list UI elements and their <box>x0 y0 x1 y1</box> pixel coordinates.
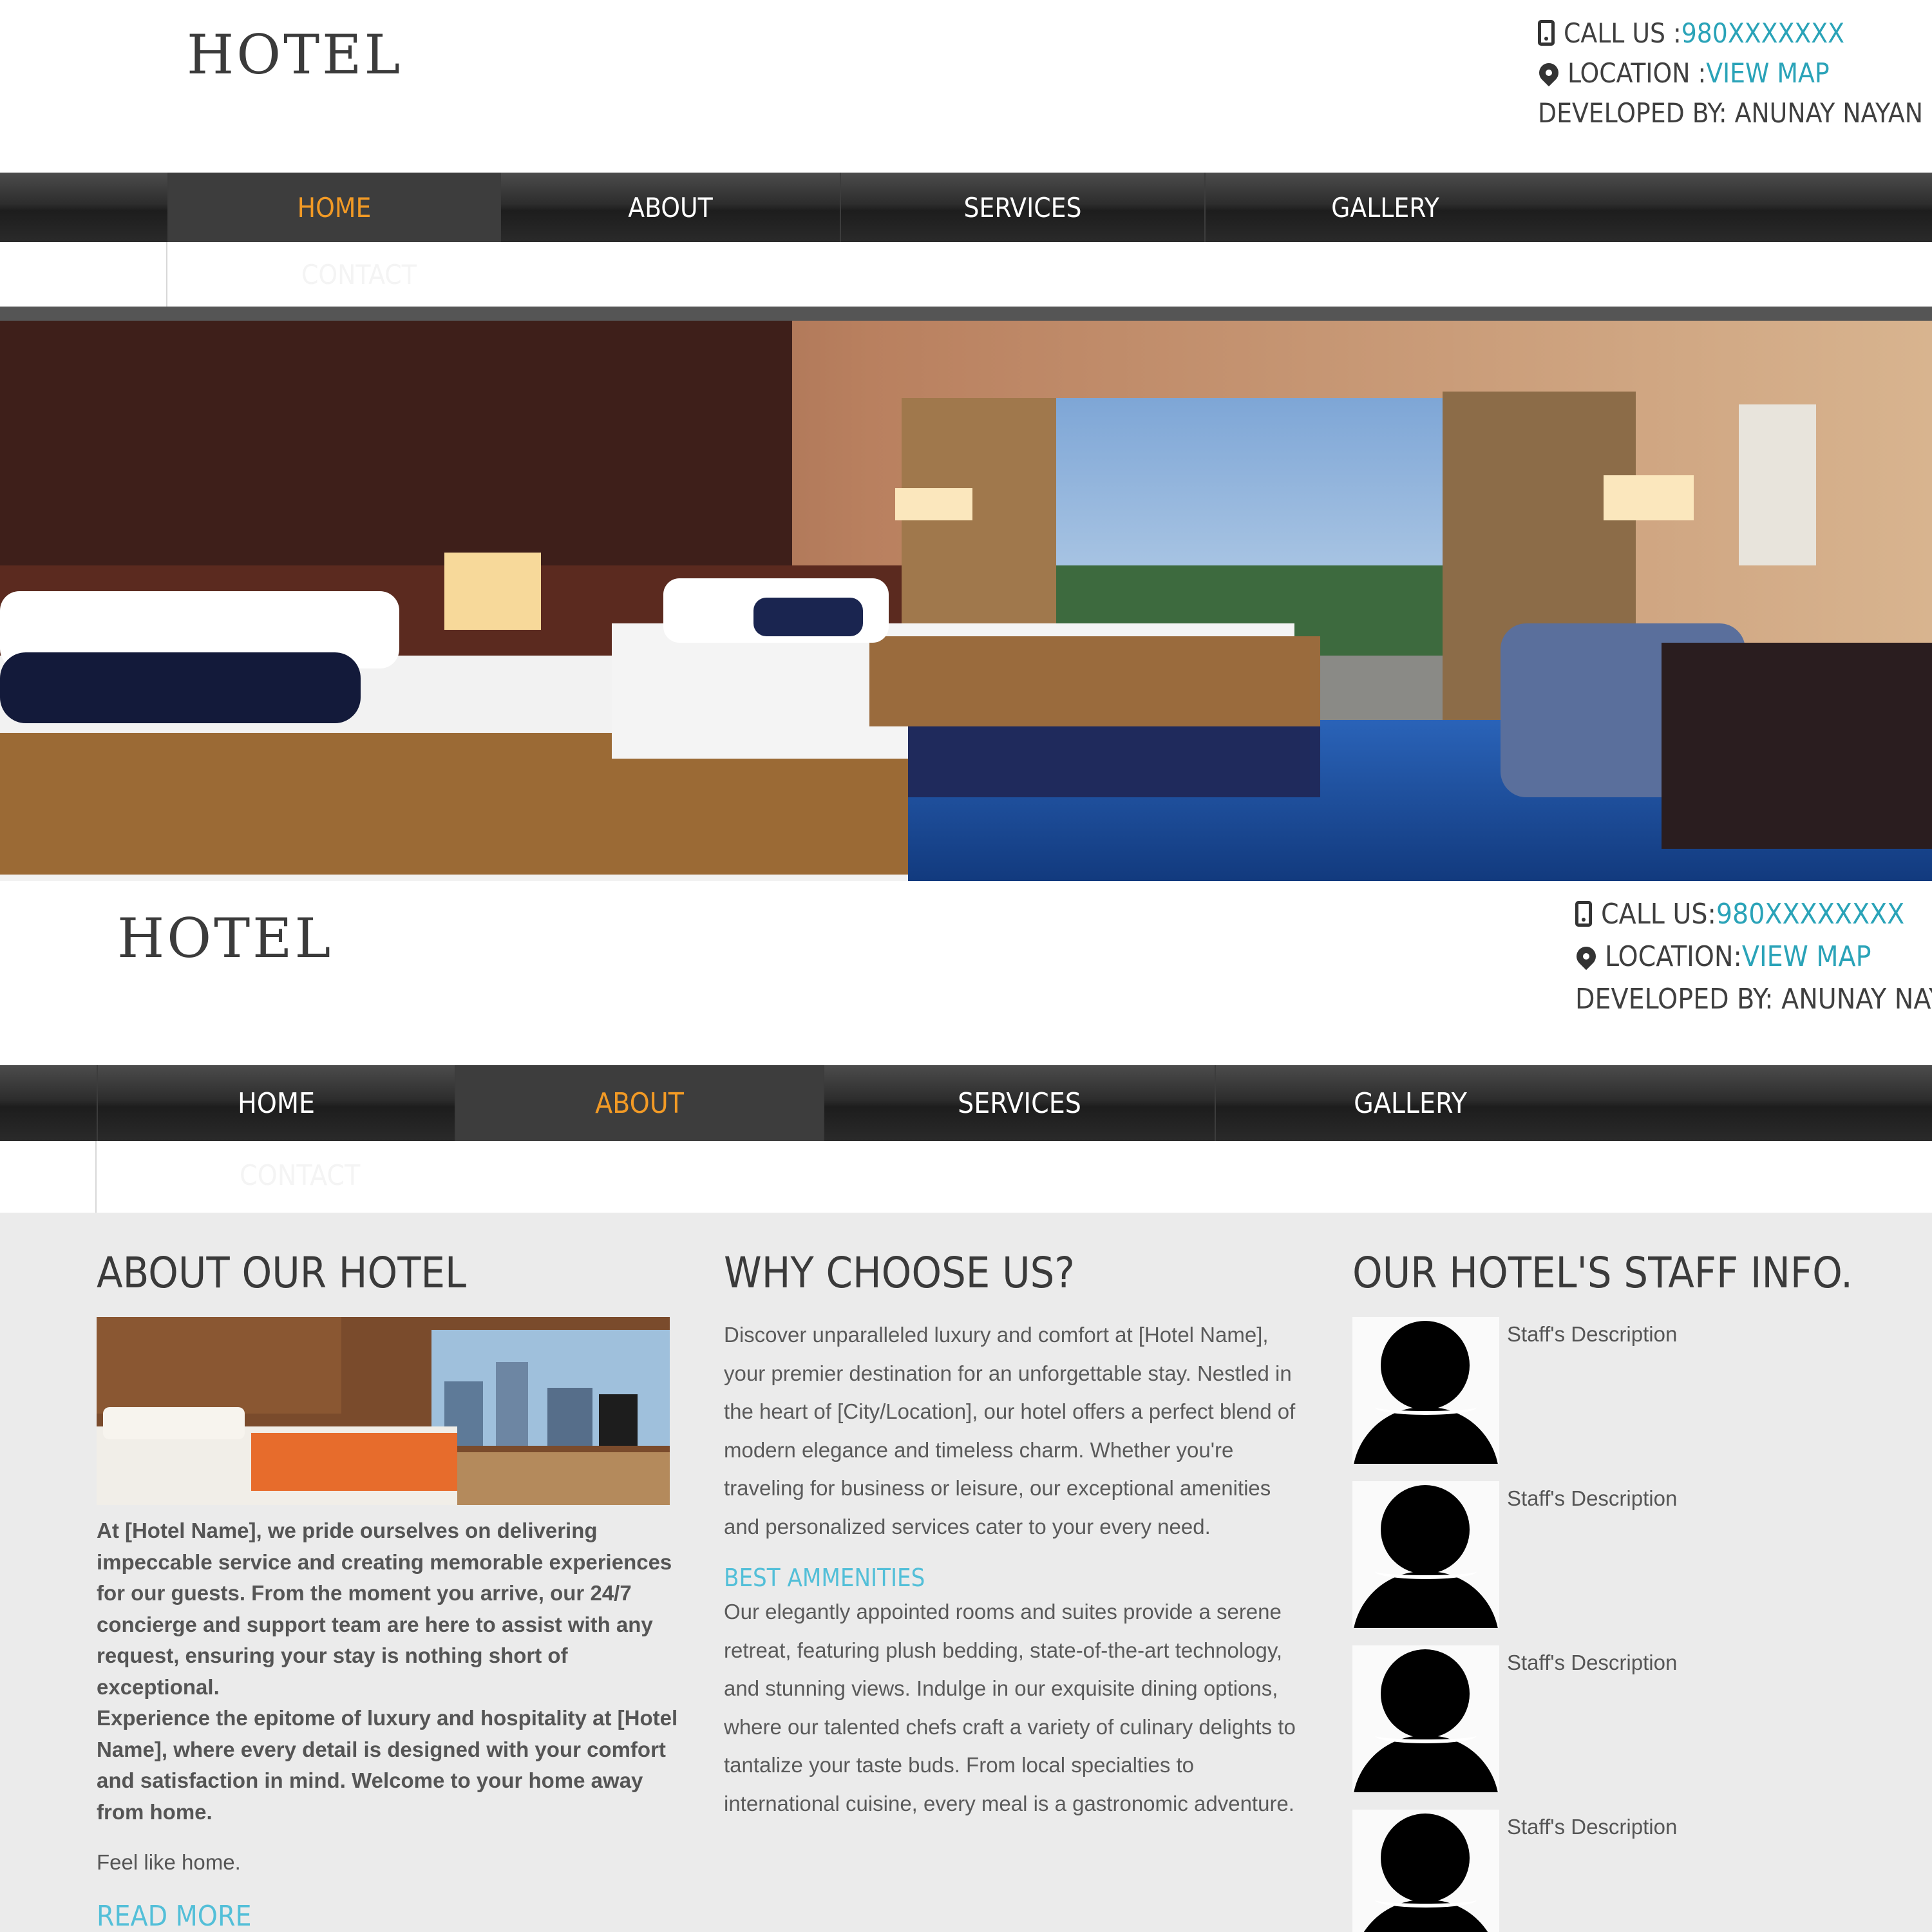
phone-icon <box>1538 20 1555 46</box>
staff-avatar <box>1352 1481 1499 1628</box>
nav-item-home[interactable]: HOME <box>167 173 500 242</box>
call-number-link[interactable]: 980XXXXXXX <box>1681 17 1844 49</box>
staff-description: Staff's Description <box>1507 1486 1678 1510</box>
about-tagline: Feel like home. <box>97 1850 241 1874</box>
developer-credit: DEVELOPED BY: ANUNAY NAYAN <box>1538 97 1923 129</box>
nav-divider <box>95 1141 97 1213</box>
nav-item-about[interactable]: ABOUT <box>455 1065 823 1141</box>
location-pin-icon <box>1535 59 1563 87</box>
nav-item-gallery[interactable]: GALLERY <box>1215 1065 1605 1141</box>
staff-heading: OUR HOTEL'S STAFF INFO. <box>1352 1248 1853 1298</box>
contact-info-2: CALL US: 980XXXXXXXX LOCATION: VIEW MAP … <box>1572 893 1932 1020</box>
nav-item-services[interactable]: SERVICES <box>840 173 1204 242</box>
read-more-link[interactable]: READ MORE <box>97 1900 251 1932</box>
amenities-heading: BEST AMMENITIES <box>724 1564 925 1592</box>
about-paragraph: At [Hotel Name], we pride ourselves on d… <box>97 1515 683 1828</box>
about-paragraph-2: Experience the epitome of luxury and hos… <box>97 1706 678 1824</box>
call-label: CALL US: <box>1601 897 1716 931</box>
hotel-room-illustration <box>0 321 1932 881</box>
main-nav-top: HOME ABOUT SERVICES GALLERY <box>0 173 1932 242</box>
hero-room-image <box>0 321 1932 881</box>
nav-item-home[interactable]: HOME <box>97 1065 455 1141</box>
nav-item-services[interactable]: SERVICES <box>823 1065 1215 1141</box>
staff-avatar <box>1352 1810 1499 1932</box>
staff-avatar <box>1352 1645 1499 1792</box>
why-heading: WHY CHOOSE US? <box>724 1248 1075 1298</box>
site-header-top: HOTEL CALL US : 980XXXXXXX LOCATION : VI… <box>0 0 1932 173</box>
nav-item-contact[interactable]: CONTACT <box>301 259 417 290</box>
hero-top-bar <box>0 307 1932 321</box>
nav-item-gallery[interactable]: GALLERY <box>1204 173 1565 242</box>
contact-info: CALL US : 980XXXXXXX LOCATION : VIEW MAP… <box>1535 13 1923 133</box>
nav-overflow-row-bottom: CONTACT <box>0 1141 1932 1213</box>
location-pin-icon <box>1572 942 1600 971</box>
phone-icon <box>1575 901 1592 927</box>
site-logo[interactable]: HOTEL <box>187 23 402 86</box>
nav-divider <box>166 242 167 307</box>
about-paragraph-1: At [Hotel Name], we pride ourselves on d… <box>97 1519 672 1699</box>
about-room-image <box>97 1317 670 1505</box>
site-header-bottom: HOTEL CALL US: 980XXXXXXXX LOCATION: VIE… <box>0 881 1932 1065</box>
location-label: LOCATION: <box>1605 940 1742 973</box>
nav-item-contact[interactable]: CONTACT <box>240 1159 360 1192</box>
call-number-link[interactable]: 980XXXXXXXX <box>1716 898 1904 931</box>
view-map-link[interactable]: VIEW MAP <box>1742 940 1871 973</box>
why-paragraph: Discover unparalleled luxury and comfort… <box>724 1323 1296 1539</box>
amenities-paragraph: Our elegantly appointed rooms and suites… <box>724 1600 1296 1815</box>
about-heading: ABOUT OUR HOTEL <box>97 1248 467 1298</box>
main-nav-bottom: HOME ABOUT SERVICES GALLERY <box>0 1065 1932 1141</box>
staff-description: Staff's Description <box>1507 1651 1678 1674</box>
nav-overflow-row-top: CONTACT <box>0 242 1932 307</box>
developer-credit: DEVELOPED BY: ANUNAY NAYAN <box>1575 982 1932 1016</box>
location-label: LOCATION : <box>1567 57 1707 89</box>
site-logo-2[interactable]: HOTEL <box>117 907 333 970</box>
nav-item-about[interactable]: ABOUT <box>500 173 840 242</box>
staff-description: Staff's Description <box>1507 1815 1678 1839</box>
staff-avatar <box>1352 1317 1499 1464</box>
staff-description: Staff's Description <box>1507 1322 1678 1346</box>
content-section: ABOUT OUR HOTEL At [Hotel Name], we prid… <box>0 1213 1932 1932</box>
view-map-link[interactable]: VIEW MAP <box>1706 57 1829 89</box>
call-label: CALL US : <box>1564 17 1681 49</box>
